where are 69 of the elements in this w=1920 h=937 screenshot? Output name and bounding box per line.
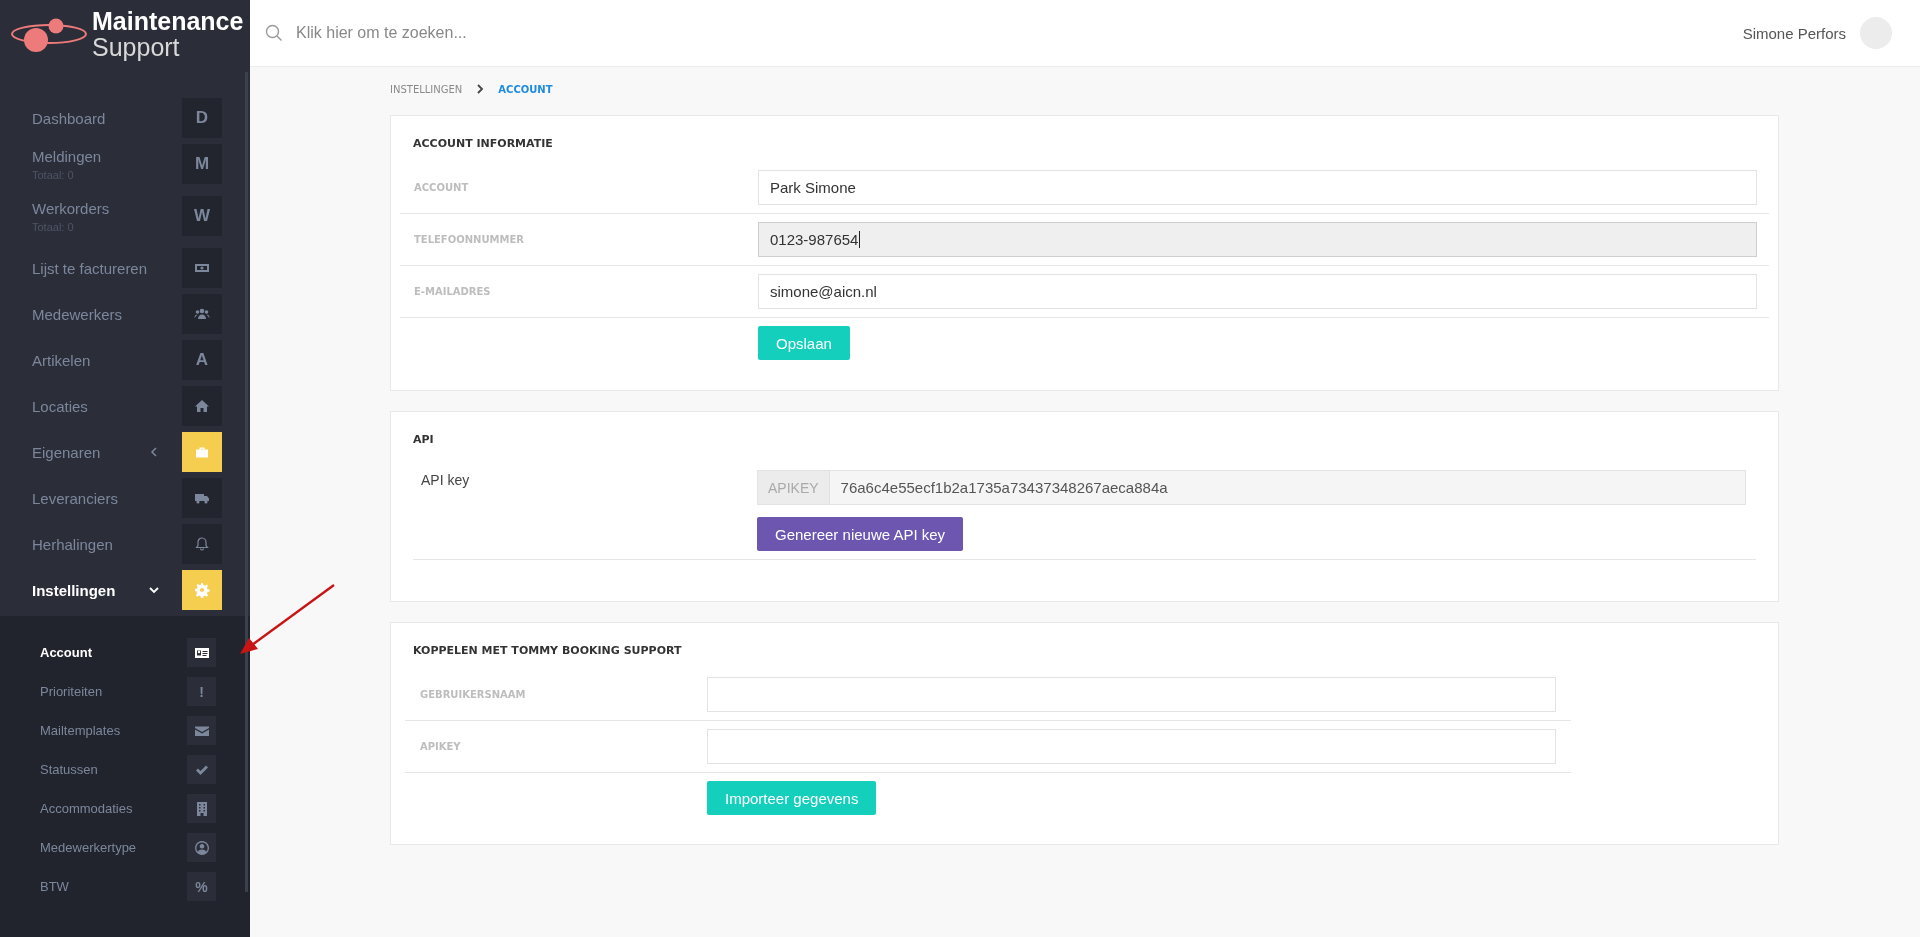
input-field[interactable]: Park Simone — [758, 170, 1757, 205]
chevron-right-icon — [476, 84, 485, 94]
field-label: E-MAILADRES — [414, 286, 492, 297]
sidebar-item-label: Medewerkers — [32, 305, 124, 323]
sidebar-item[interactable]: Artikelen A — [0, 340, 250, 380]
submenu-item-label: Accommodaties — [40, 801, 133, 816]
sidebar-item-label: Lijst te factureren — [32, 259, 149, 277]
sidebar-item[interactable]: Eigenaren — [0, 432, 250, 472]
sidebar-item[interactable]: Lijst te factureren — [0, 248, 250, 288]
sidebar-item-label: Artikelen — [32, 351, 92, 369]
breadcrumb-link[interactable]: ACCOUNT — [498, 83, 553, 95]
sidebar-item-label: Werkorders — [32, 199, 111, 217]
letter-icon: M — [194, 154, 210, 174]
sidebar-item-label: Meldingen — [32, 147, 103, 165]
input-field[interactable] — [707, 729, 1556, 764]
letter-icon: D — [195, 108, 209, 128]
sidebar-item-label: Dashboard — [32, 109, 107, 127]
card-title: KOPPELEN MET TOMMY BOOKING SUPPORT — [413, 643, 683, 659]
house-icon — [194, 398, 210, 414]
letter-icon: ! — [199, 683, 204, 700]
submenu-item-label: Medewerkertype — [40, 840, 137, 855]
sidebar-item[interactable]: Dashboard D — [0, 98, 250, 138]
sidebar-item-label: Eigenaren — [32, 443, 102, 461]
card-title: API — [413, 432, 435, 448]
sidebar-item[interactable]: Herhalingen — [0, 524, 250, 564]
input-field[interactable]: simone@aicn.nl — [758, 274, 1757, 309]
sidebar-item-label: Instellingen — [32, 581, 117, 599]
submenu-item-label: BTW — [40, 879, 69, 894]
submenu-item[interactable]: Statussen — [0, 755, 222, 784]
submenu-item[interactable]: Account — [0, 638, 222, 667]
letter-icon: A — [195, 350, 209, 370]
submenu-item[interactable]: Accommodaties — [0, 794, 222, 823]
generate-key-button[interactable]: Genereer nieuwe API key — [757, 517, 964, 551]
card-title: ACCOUNT INFORMATIE — [413, 136, 554, 152]
submenu-item[interactable]: Mailtemplates — [0, 716, 222, 745]
submenu-item[interactable]: Prioriteiten ! — [0, 677, 222, 706]
submenu-item-label: Account — [40, 645, 92, 660]
sidebar-item[interactable]: Locaties — [0, 386, 250, 426]
logo-subtitle: Support — [92, 33, 181, 60]
input-field[interactable] — [707, 677, 1556, 712]
field-label: GEBRUIKERSNAAM — [420, 689, 527, 700]
input-addon: APIKEY — [758, 471, 830, 504]
bell-icon — [194, 536, 210, 552]
field-label: API key — [421, 471, 471, 490]
submenu-item[interactable]: BTW % — [0, 872, 222, 901]
user-name[interactable]: Simone Perfors — [1742, 24, 1846, 42]
submenu-item-label: Mailtemplates — [40, 723, 121, 738]
field-label: TELEFOONNUMMER — [414, 234, 525, 245]
submenu-item-label: Prioriteiten — [40, 684, 103, 699]
api-key-value: 76a6c4e55ecf1b2a1735a73437348267aeca884a — [839, 478, 1169, 498]
letter-icon: % — [195, 878, 208, 895]
settings-icon — [194, 582, 210, 598]
field-label: APIKEY — [420, 741, 462, 752]
field-label: ACCOUNT — [414, 182, 470, 193]
api-key-field[interactable]: APIKEY 76a6c4e55ecf1b2a1735a73437348267aeca884a — [757, 470, 1746, 505]
logo-title: Maintenance — [92, 7, 244, 34]
search-icon — [265, 24, 283, 42]
breadcrumb-link[interactable]: INSTELLINGEN — [390, 83, 463, 95]
submenu-item[interactable]: Medewerkertype — [0, 833, 222, 862]
sidebar-item[interactable]: Instellingen — [0, 570, 250, 610]
submenu-item-label: Statussen — [40, 762, 98, 777]
sidebar-item-label: Leveranciers — [32, 489, 119, 507]
sidebar-item-label: Herhalingen — [32, 535, 114, 553]
letter-icon: W — [193, 206, 210, 226]
sidebar-item-label: Locaties — [32, 397, 89, 415]
users-icon — [194, 306, 210, 322]
sidebar-item[interactable]: Medewerkers — [0, 294, 250, 334]
input-field[interactable]: 0123-987654 — [758, 222, 1757, 257]
sidebar-item[interactable]: Leveranciers — [0, 478, 250, 518]
